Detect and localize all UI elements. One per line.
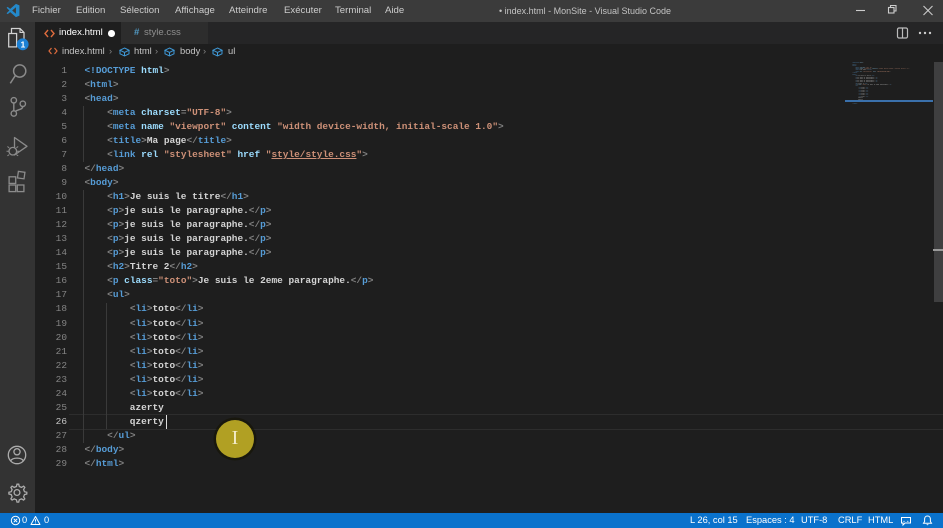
svg-text:1: 1 <box>21 40 26 50</box>
